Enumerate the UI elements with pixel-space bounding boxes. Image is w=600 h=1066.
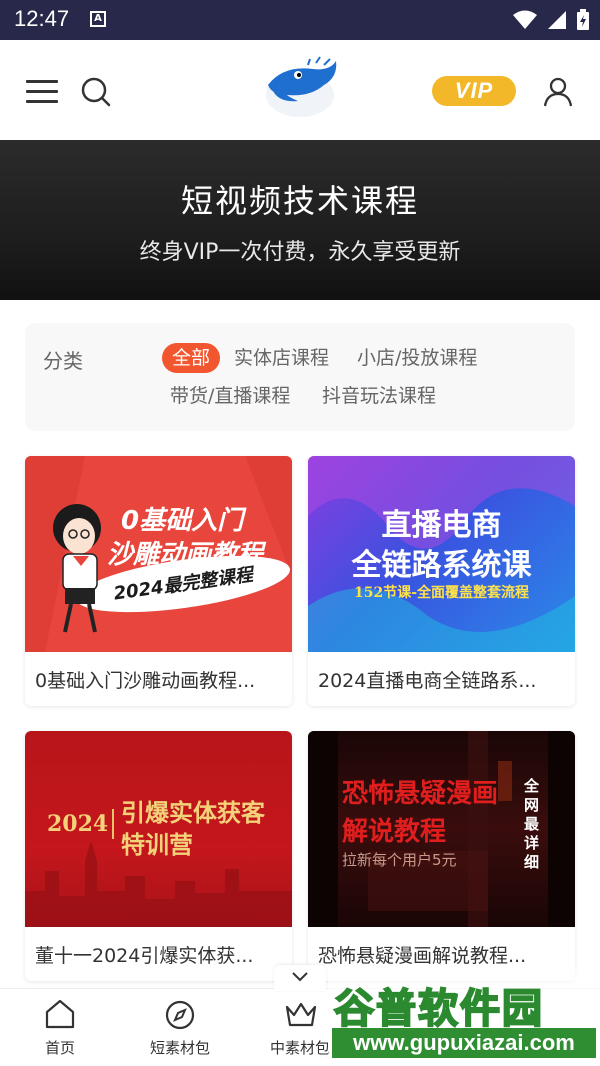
banner-title: 短视频技术课程 <box>180 182 419 220</box>
collapse-handle[interactable] <box>274 965 326 991</box>
notification-a-icon: A <box>90 11 106 27</box>
tab-home[interactable]: 首页 <box>0 989 120 1066</box>
vip-button[interactable]: VIP <box>432 76 516 106</box>
course-title: 董十一2024引爆实体获... <box>35 945 254 967</box>
thumb-tag: 152节课-全面覆盖整套流程 <box>353 585 530 601</box>
thumb-line1: 直播电商 <box>381 508 502 543</box>
course-thumbnail: 0基础入门 沙雕动画教程 2024最完整课程 <box>25 456 292 652</box>
filter-chip-live[interactable]: 带货/直播课程 <box>170 381 290 411</box>
home-icon <box>45 999 75 1029</box>
course-thumbnail: 2024 引爆实体获客 特训营 <box>25 731 292 927</box>
menu-icon[interactable] <box>26 80 58 104</box>
thumb-line1: 引爆实体获客 <box>121 798 265 827</box>
category-filter: 分类 全部 实体店课程 小店/投放课程 带货/直播课程 抖音玩法课程 <box>25 323 575 431</box>
user-icon[interactable] <box>542 76 574 108</box>
course-thumbnail: 恐怖悬疑漫画 解说教程 拉新每个用户5元 全网最详细 <box>308 731 575 927</box>
filter-label: 分类 <box>43 349 83 373</box>
thumb-line2: 全链路系统课 <box>351 548 532 583</box>
chevron-down-icon <box>292 972 308 982</box>
thumb-side: 全网最详细 <box>524 777 540 871</box>
filter-chip-all[interactable]: 全部 <box>162 343 221 373</box>
status-time: 12:47 <box>14 6 70 31</box>
course-title: 2024直播电商全链路系... <box>318 670 537 692</box>
filter-chip-store[interactable]: 实体店课程 <box>234 343 329 373</box>
hero-banner: 短视频技术课程 终身VIP一次付费，永久享受更新 <box>0 140 600 300</box>
course-card[interactable]: 恐怖悬疑漫画 解说教程 拉新每个用户5元 全网最详细 恐怖悬疑漫画解说教程... <box>308 731 575 981</box>
tab-short-material[interactable]: 短素材包 <box>120 989 240 1066</box>
course-thumbnail: 直播电商 全链路系统课 152节课-全面覆盖整套流程 <box>308 456 575 652</box>
compass-icon <box>165 1000 195 1030</box>
thumb-line1: 0基础入门 <box>121 506 244 536</box>
battery-icon <box>577 9 589 30</box>
course-title: 恐怖悬疑漫画解说教程... <box>318 945 527 967</box>
thumb-year: 2024 <box>47 811 109 837</box>
filter-chip-douyin[interactable]: 抖音玩法课程 <box>322 381 436 411</box>
thumb-sub: 拉新每个用户5元 <box>342 851 457 869</box>
search-icon[interactable] <box>80 76 112 108</box>
wifi-icon <box>513 10 537 29</box>
course-card[interactable]: 直播电商 全链路系统课 152节课-全面覆盖整套流程 2024直播电商全链路系.… <box>308 456 575 706</box>
watermark-text: 谷普软件园 <box>333 985 544 1033</box>
signal-icon <box>548 11 566 29</box>
thumb-line2: 解说教程 <box>342 817 447 847</box>
system-icons <box>512 9 590 31</box>
status-bar: 12:47 A <box>0 0 600 40</box>
thumb-line2: 特训营 <box>121 830 193 859</box>
tab-label: 首页 <box>44 1039 75 1057</box>
filter-chip-shop-ads[interactable]: 小店/投放课程 <box>357 343 477 373</box>
course-card[interactable]: 0基础入门 沙雕动画教程 2024最完整课程 0基础入门沙雕动画教程... <box>25 456 292 706</box>
logo-pufferfish-icon <box>266 56 337 117</box>
crown-icon <box>285 1002 317 1027</box>
course-card[interactable]: 2024 引爆实体获客 特训营 董十一2024引爆实体获... <box>25 731 292 981</box>
course-title: 0基础入门沙雕动画教程... <box>35 670 256 692</box>
banner-subtitle: 终身VIP一次付费，永久享受更新 <box>139 240 461 265</box>
site-watermark: 谷普软件园 www.gupuxiazai.com <box>328 970 600 1065</box>
thumb-line1: 恐怖悬疑漫画 <box>342 779 499 809</box>
tab-label: 短素材包 <box>149 1039 210 1057</box>
watermark-url: www.gupuxiazai.com <box>332 1028 596 1058</box>
